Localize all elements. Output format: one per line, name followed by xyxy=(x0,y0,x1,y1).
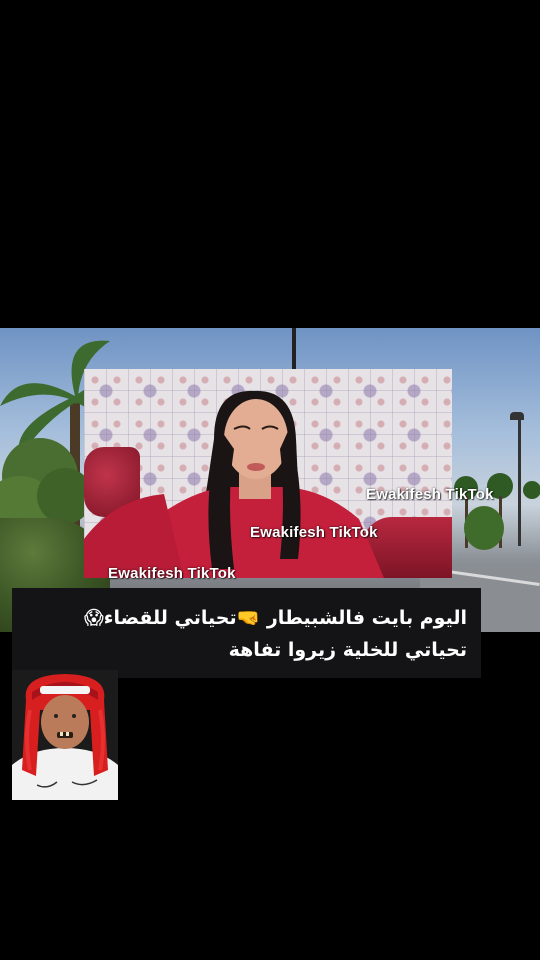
caption-line-2: تحياتي للخلية زيروا تفاهة xyxy=(228,639,467,661)
speaking-woman xyxy=(84,390,384,578)
bush xyxy=(464,506,504,550)
watermark-text: Ewakifesh TikTok xyxy=(366,486,494,503)
watermark-text: Ewakifesh TikTok xyxy=(108,565,236,582)
caption-line-1: اليوم بايت فالشبيطار 🤜تحياتي للقضاء😱 xyxy=(83,607,467,629)
caption-box: اليوم بايت فالشبيطار 🤜تحياتي للقضاء😱 تحي… xyxy=(12,588,481,678)
person-red-wig-avatar xyxy=(12,670,118,800)
reaction-thumbnail xyxy=(12,670,118,800)
street-pole xyxy=(292,328,296,374)
watermark-text: Ewakifesh TikTok xyxy=(250,524,378,541)
lamp-head xyxy=(510,412,524,420)
inner-video xyxy=(84,369,452,578)
lamp-post xyxy=(518,414,521,546)
